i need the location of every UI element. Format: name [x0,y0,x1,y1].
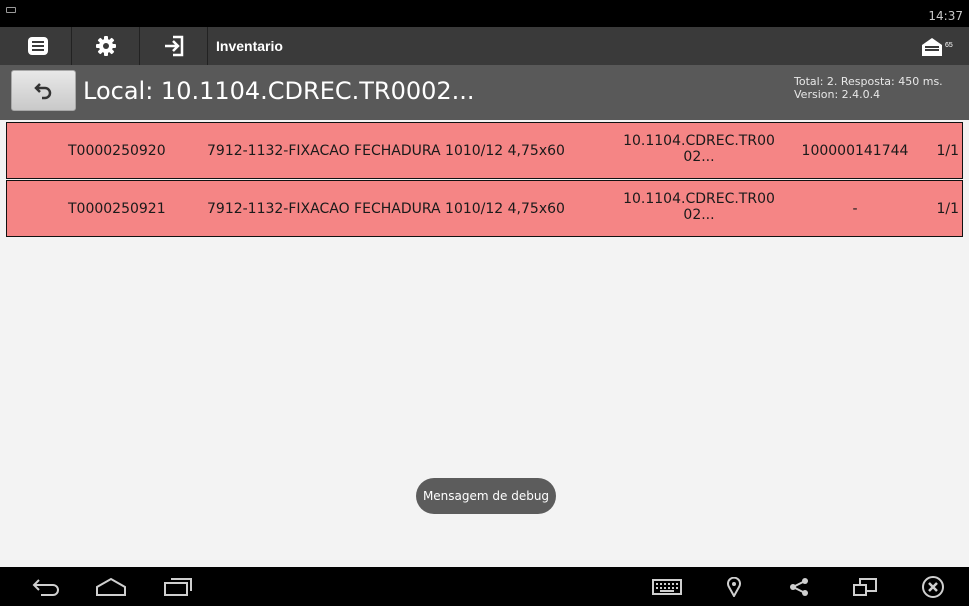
close-icon [922,576,944,598]
rotate-icon [853,578,877,596]
recent-apps-icon [164,578,192,596]
list-item[interactable]: T0000250920 7912-1132-FIXACAO FECHADURA … [6,122,963,179]
item-description: 7912-1132-FIXACAO FECHADURA 1010/12 4,75… [207,201,565,217]
back-icon [32,579,59,596]
item-lot: 100000141744 [801,143,909,159]
close-app-button[interactable] [920,575,946,599]
undo-arrow-icon [33,82,51,99]
location-button[interactable] [724,575,744,599]
location-header: Local: 10.1104.CDREC.TR0002... Total: 2.… [0,65,969,120]
location-title: Local: 10.1104.CDREC.TR0002... [83,77,475,105]
item-quantity: 1/1 [936,201,959,217]
status-clock: 14:37 [928,9,963,23]
status-bar: 14:37 [0,0,969,27]
response-info: Total: 2. Resposta: 450 ms. Version: 2.4… [794,75,943,101]
item-location-line2: 02... [683,149,715,165]
page-title: Inventario [216,38,283,54]
share-icon [790,578,808,596]
mail-icon [922,38,942,56]
keyboard-button[interactable] [651,575,683,599]
location-icon [727,577,741,597]
login-icon [164,35,183,57]
rotate-button[interactable] [851,575,879,599]
item-location-line1: 10.1104.CDREC.TR00 [623,191,775,207]
login-button[interactable] [140,27,208,65]
settings-button[interactable] [72,27,140,65]
recent-apps-nav-button[interactable] [162,575,194,599]
navigation-bar [0,567,969,606]
item-quantity: 1/1 [936,143,959,159]
item-lot: - [852,201,858,217]
item-location-line1: 10.1104.CDREC.TR00 [623,133,775,149]
item-description: 7912-1132-FIXACAO FECHADURA 1010/12 4,75… [207,143,565,159]
item-code: T0000250921 [68,201,166,217]
list-icon [27,37,48,55]
menu-button[interactable] [4,27,72,65]
back-nav-button[interactable] [30,575,62,599]
version-text: Version: 2.4.0.4 [794,88,881,101]
home-icon [96,577,126,596]
action-bar: Inventario 65 [0,27,969,65]
item-location: 10.1104.CDREC.TR00 02... [611,191,787,223]
debug-toast: Mensagem de debug [416,478,556,514]
response-total-text: Total: 2. Resposta: 450 ms. [794,75,943,88]
inventory-list: T0000250920 7912-1132-FIXACAO FECHADURA … [0,120,969,567]
share-button[interactable] [787,575,811,599]
messages-button[interactable]: 65 [921,36,957,58]
list-item[interactable]: T0000250921 7912-1132-FIXACAO FECHADURA … [6,180,963,237]
home-nav-button[interactable] [95,575,127,599]
keyboard-notification-icon [6,7,16,13]
keyboard-icon [652,579,682,595]
mail-badge: 65 [945,42,953,49]
item-location-line2: 02... [683,207,715,223]
item-location: 10.1104.CDREC.TR00 02... [611,133,787,165]
item-code: T0000250920 [68,143,166,159]
back-button[interactable] [11,70,76,111]
app-window: 14:37 Inventario 65 Local: 10.1104.CDREC… [0,0,969,606]
gear-icon [95,36,116,56]
